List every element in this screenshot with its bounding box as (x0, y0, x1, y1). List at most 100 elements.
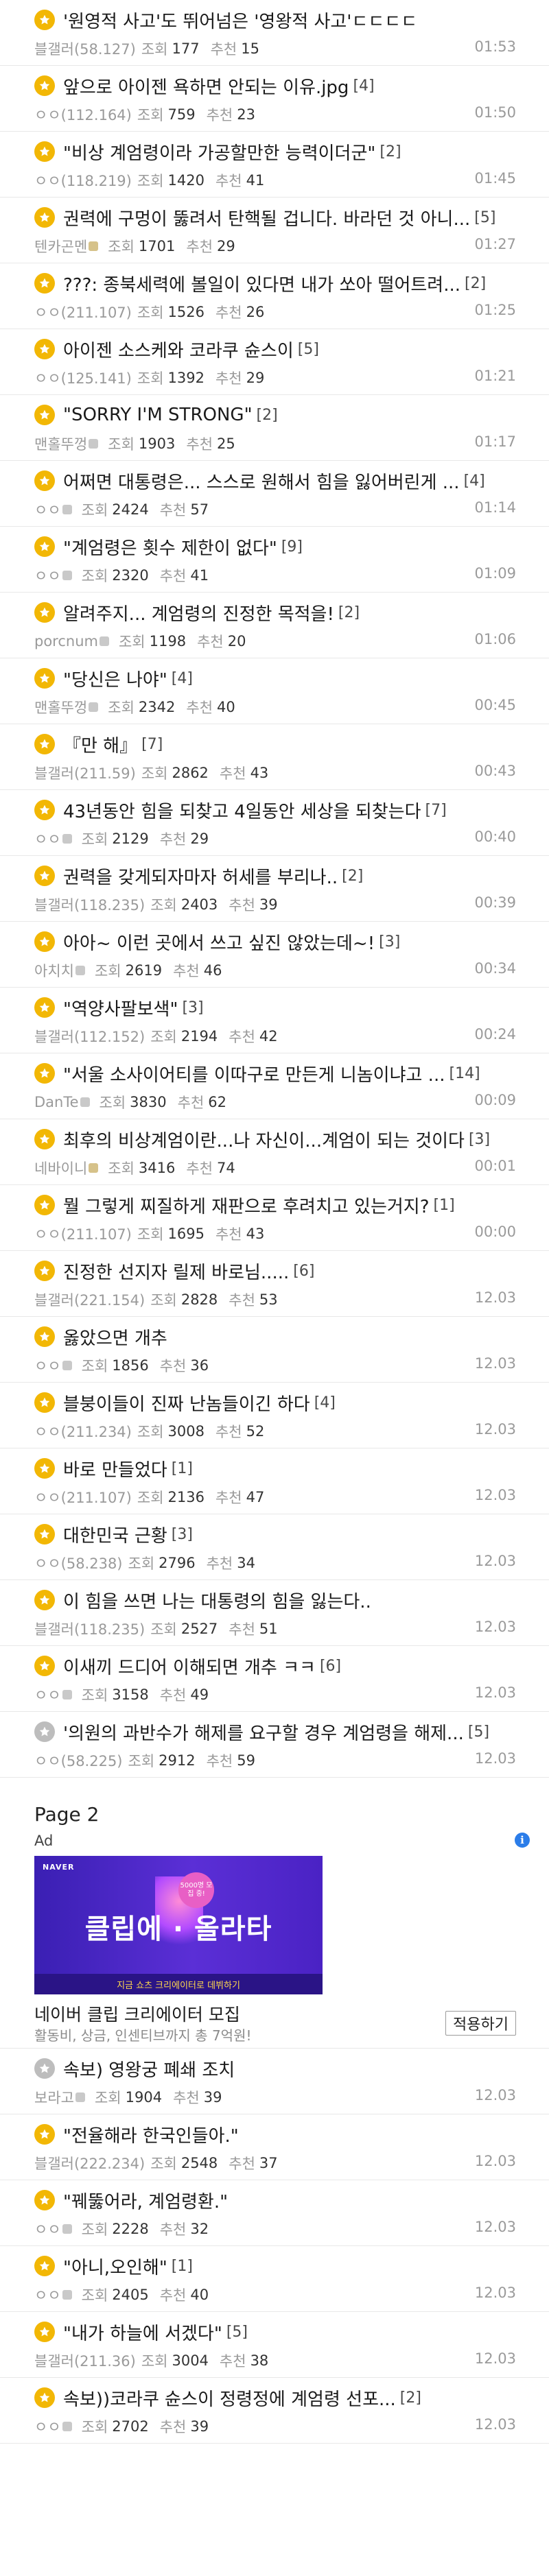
post-item[interactable]: "비상 계엄령이라 가공할만한 능력이더군" [2] ㅇㅇ(118.219) 조회 14… (0, 132, 549, 198)
post-item[interactable]: 속보) 영왕궁 폐쇄 조치 보라고 조회 1904 추천 39 12.03 (0, 2049, 549, 2114)
post-title[interactable]: "SORRY I'M STRONG" (63, 405, 253, 425)
post-title[interactable]: 권력을 갖게되자마자 허세를 부리나.. (63, 864, 338, 888)
post-title-row[interactable]: 권력에 구멍이 뚫려서 탄핵될 겁니다. 바라던 것 아니... [5] (63, 206, 516, 230)
post-author[interactable]: 블갤러(221.154) (34, 1289, 145, 1310)
post-item[interactable]: 『만 해』 [7] 블갤러(211.59) 조회 2862 추천 43 00:43 (0, 724, 549, 790)
post-title-row[interactable]: 최후의 비상계엄이란...나 자신이...계엄이 되는 것이다 [3] (63, 1128, 516, 1152)
post-author[interactable]: ㅇㅇ(211.234) (34, 1421, 132, 1442)
post-title[interactable]: "내가 하늘에 서겠다" (63, 2320, 222, 2344)
post-title[interactable]: "계엄령은 횟수 제한이 없다" (63, 535, 277, 559)
post-title-row[interactable]: 어쩌면 대통령은... 스스로 원해서 힘을 잃어버린게 ... [4] (63, 469, 516, 493)
post-item[interactable]: 어쩌면 대통령은... 스스로 원해서 힘을 잃어버린게 ... [4] ㅇㅇ 조회 2… (0, 461, 549, 527)
post-title-row[interactable]: 아아~ 이런 곳에서 쓰고 싶진 않았는데~! [3] (63, 930, 516, 954)
post-title[interactable]: ???: 종북세력에 볼일이 있다면 내가 쏘아 떨어트려... (63, 272, 460, 296)
post-author[interactable]: ㅇㅇ (34, 1355, 61, 1376)
post-title-row[interactable]: 대한민국 근황 [3] (63, 1523, 516, 1547)
post-author[interactable]: 블갤러(118.235) (34, 1619, 145, 1639)
info-icon[interactable]: i (515, 1833, 530, 1848)
post-title[interactable]: 알려주지... 계엄령의 진정한 목적을! (63, 601, 334, 625)
post-author[interactable]: 네바이니 (34, 1158, 87, 1178)
post-author[interactable]: ㅇㅇ (34, 828, 61, 849)
post-author[interactable]: ㅇㅇ(58.225) (34, 1750, 123, 1771)
post-author[interactable]: ㅇㅇ(112.164) (34, 104, 132, 125)
post-title-row[interactable]: 이 힘을 쓰면 나는 대통령의 힘을 잃는다.. (63, 1588, 516, 1612)
post-title[interactable]: "서울 소사이어티를 이따구로 만든게 니놈이냐고 ... (63, 1062, 445, 1086)
post-item[interactable]: "전율해라 한국인들아." 블갤러(222.234) 조회 2548 추천 37 12.03 (0, 2114, 549, 2180)
post-author[interactable]: ㅇㅇ(58.238) (34, 1553, 123, 1573)
post-author[interactable]: ㅇㅇ(211.107) (34, 302, 132, 322)
post-item[interactable]: 이새끼 드디어 이해되면 개추 ㅋㅋ [6] ㅇㅇ 조회 3158 추천 49 12.03 (0, 1646, 549, 1712)
post-author[interactable]: 텐카곤멘 (34, 236, 87, 257)
post-item[interactable]: 앞으로 아이젠 욕하면 안되는 이유.jpg [4] ㅇㅇ(112.164) 조회 75… (0, 66, 549, 132)
post-title[interactable]: 앞으로 아이젠 욕하면 안되는 이유.jpg (63, 74, 349, 98)
post-title[interactable]: 이 힘을 쓰면 나는 대통령의 힘을 잃는다.. (63, 1588, 371, 1612)
post-title[interactable]: 옳았으면 개추 (63, 1325, 167, 1349)
post-author[interactable]: 블갤러(118.235) (34, 894, 145, 915)
post-title[interactable]: 뭘 그렇게 찌질하게 재판으로 후려치고 있는거지? (63, 1193, 430, 1217)
post-item[interactable]: 대한민국 근황 [3] ㅇㅇ(58.238) 조회 2796 추천 34 12.03 (0, 1514, 549, 1580)
post-author[interactable]: ㅇㅇ(211.107) (34, 1224, 132, 1244)
post-title-row[interactable]: "내가 하늘에 서겠다" [5] (63, 2320, 516, 2344)
post-author[interactable]: 블갤러(58.127) (34, 38, 136, 59)
post-item[interactable]: 권력에 구멍이 뚫려서 탄핵될 겁니다. 바라던 것 아니... [5] 텐카곤멘 조… (0, 198, 549, 263)
post-item[interactable]: "역양사팔보색" [3] 블갤러(112.152) 조회 2194 추천 42 00:24 (0, 988, 549, 1053)
post-title-row[interactable]: 권력을 갖게되자마자 허세를 부리나.. [2] (63, 864, 516, 888)
post-title[interactable]: 43년동안 힘을 되찾고 4일동안 세상을 되찾는다 (63, 798, 421, 822)
post-author[interactable]: ㅇㅇ(211.107) (34, 1487, 132, 1507)
post-title[interactable]: 아이젠 소스케와 코라쿠 슌스이 (63, 337, 294, 361)
post-author[interactable]: ㅇㅇ(125.141) (34, 368, 132, 388)
post-author[interactable]: 맨홀뚜껑 (34, 697, 87, 717)
post-item[interactable]: "서울 소사이어티를 이따구로 만든게 니놈이냐고 ... [14] DanTe 조회… (0, 1053, 549, 1119)
post-title[interactable]: 어쩌면 대통령은... 스스로 원해서 힘을 잃어버린게 ... (63, 469, 460, 493)
post-item[interactable]: 아이젠 소스케와 코라쿠 슌스이 [5] ㅇㅇ(125.141) 조회 1392 추천 29… (0, 329, 549, 395)
post-title-row[interactable]: "비상 계엄령이라 가공할만한 능력이더군" [2] (63, 140, 516, 164)
post-title[interactable]: 속보))코라쿠 슌스이 정령정에 계엄령 선포... (63, 2386, 396, 2410)
post-title-row[interactable]: 이새끼 드디어 이해되면 개추 ㅋㅋ [6] (63, 1654, 516, 1678)
post-author[interactable]: ㅇㅇ (34, 499, 61, 520)
post-title[interactable]: 아아~ 이런 곳에서 쓰고 싶진 않았는데~! (63, 930, 375, 954)
post-author[interactable]: porcnum (34, 633, 98, 649)
post-author[interactable]: 블갤러(211.36) (34, 2350, 136, 2371)
post-title-row[interactable]: 43년동안 힘을 되찾고 4일동안 세상을 되찾는다 [7] (63, 798, 516, 822)
post-item[interactable]: 속보))코라쿠 슌스이 정령정에 계엄령 선포... [2] ㅇㅇ 조회 2702 추천 3… (0, 2378, 549, 2444)
post-author[interactable]: 아치치 (34, 960, 74, 981)
post-item[interactable]: 권력을 갖게되자마자 허세를 부리나.. [2] 블갤러(118.235) 조회 240… (0, 856, 549, 922)
post-author[interactable]: ㅇㅇ (34, 2219, 61, 2239)
post-item[interactable]: 바로 만들었다 [1] ㅇㅇ(211.107) 조회 2136 추천 47 12.03 (0, 1448, 549, 1514)
post-title[interactable]: 블붕이들이 진짜 난놈들이긴 하다 (63, 1391, 310, 1415)
post-item[interactable]: 블붕이들이 진짜 난놈들이긴 하다 [4] ㅇㅇ(211.234) 조회 3008 추천 5… (0, 1383, 549, 1448)
post-title-row[interactable]: "당신은 나야" [4] (63, 667, 516, 691)
post-title-row[interactable]: 앞으로 아이젠 욕하면 안되는 이유.jpg [4] (63, 74, 516, 98)
post-title-row[interactable]: 블붕이들이 진짜 난놈들이긴 하다 [4] (63, 1391, 516, 1415)
post-author[interactable]: ㅇㅇ (34, 2285, 61, 2305)
ad-apply-button[interactable]: 적용하기 (445, 2011, 516, 2036)
post-title-row[interactable]: "계엄령은 횟수 제한이 없다" [9] (63, 535, 516, 559)
post-title-row[interactable]: 『만 해』 [7] (63, 732, 516, 756)
post-title[interactable]: "역양사팔보색" (63, 996, 178, 1020)
post-title[interactable]: "아니,오인해" (63, 2254, 167, 2278)
post-author[interactable]: 블갤러(112.152) (34, 1026, 145, 1047)
post-title-row[interactable]: 알려주지... 계엄령의 진정한 목적을! [2] (63, 601, 516, 625)
post-item[interactable]: 뭘 그렇게 찌질하게 재판으로 후려치고 있는거지? [1] ㅇㅇ(211.107)… (0, 1185, 549, 1251)
post-title[interactable]: 속보) 영왕궁 폐쇄 조치 (63, 2057, 235, 2081)
post-title[interactable]: 『만 해』 (63, 732, 137, 756)
post-item[interactable]: 진정한 선지자 릴제 바로님..... [6] 블갤러(221.154) 조회 2828… (0, 1251, 549, 1317)
post-item[interactable]: "SORRY I'M STRONG" [2] 맨홀뚜껑 조회 1903 추천 25 01:17 (0, 395, 549, 461)
post-item[interactable]: 43년동안 힘을 되찾고 4일동안 세상을 되찾는다 [7] ㅇㅇ 조회 2129 추천 2… (0, 790, 549, 856)
post-title[interactable]: 이새끼 드디어 이해되면 개추 ㅋㅋ (63, 1654, 316, 1678)
post-title[interactable]: 대한민국 근황 (63, 1523, 167, 1547)
post-title[interactable]: "꿰뚫어라, 계엄령환." (63, 2189, 228, 2213)
post-author[interactable]: ㅇㅇ (34, 1684, 61, 1705)
post-item[interactable]: "당신은 나야" [4] 맨홀뚜껑 조회 2342 추천 40 00:45 (0, 658, 549, 724)
post-author[interactable]: ㅇㅇ(118.219) (34, 170, 132, 191)
post-author[interactable]: 맨홀뚜껑 (34, 433, 87, 454)
post-title-row[interactable]: "역양사팔보색" [3] (63, 996, 516, 1020)
post-title-row[interactable]: 아이젠 소스케와 코라쿠 슌스이 [5] (63, 337, 516, 361)
post-author[interactable]: ㅇㅇ (34, 2416, 61, 2437)
post-title[interactable]: '의원의 과반수가 해제를 요구할 경우 계엄령을 해제... (63, 1720, 464, 1744)
post-title[interactable]: 최후의 비상계엄이란...나 자신이...계엄이 되는 것이다 (63, 1128, 465, 1152)
post-title-row[interactable]: "SORRY I'M STRONG" [2] (63, 403, 516, 427)
post-title[interactable]: 진정한 선지자 릴제 바로님..... (63, 1259, 289, 1283)
ad-banner-image[interactable]: NAVER 5000명 모집 중! 클립에 · 올라타 지금 쇼츠 크리에이터로… (34, 1856, 323, 1994)
post-author[interactable]: 블갤러(211.59) (34, 763, 136, 783)
